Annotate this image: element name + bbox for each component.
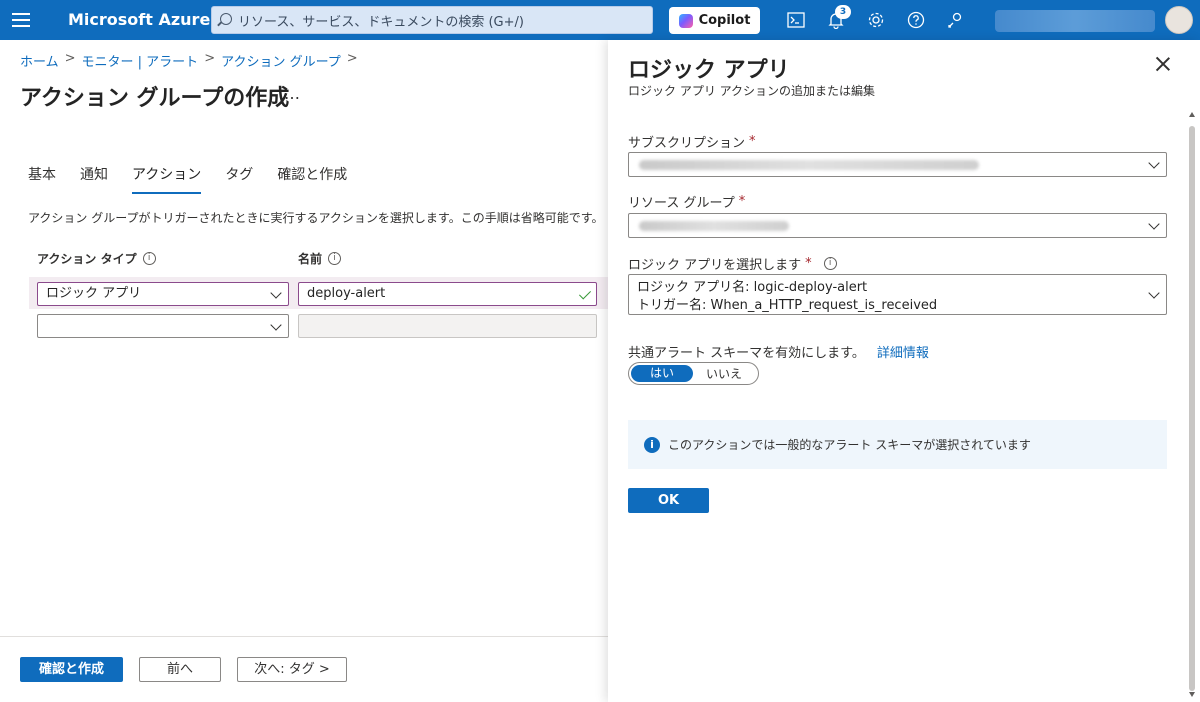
actions-description: アクション グループがトリガーされたときに実行するアクションを選択します。この手… — [28, 211, 604, 225]
info-message-bar: i このアクションでは一般的なアラート スキーマが選択されています — [628, 420, 1167, 469]
panel-subtitle: ロジック アプリ アクションの追加または編集 — [628, 84, 876, 98]
brand-title[interactable]: Microsoft Azure — [68, 10, 210, 29]
breadcrumb: ホーム > モニター | アラート > アクション グループ > — [20, 51, 358, 70]
toggle-no[interactable]: いいえ — [693, 365, 755, 382]
subscription-label: サブスクリプション * — [628, 132, 756, 151]
common-schema-toggle[interactable]: はい いいえ — [628, 362, 759, 385]
menu-icon[interactable] — [12, 11, 30, 29]
resource-group-dropdown[interactable] — [628, 213, 1167, 238]
chevron-down-icon — [1148, 157, 1160, 169]
scroll-thumb[interactable] — [1189, 126, 1195, 691]
review-create-button[interactable]: 確認と作成 — [20, 657, 123, 682]
trigger-name: トリガー名: When_a_HTTP_request_is_received — [637, 298, 938, 313]
close-icon[interactable] — [1155, 56, 1171, 72]
copilot-button[interactable]: Copilot — [669, 7, 760, 34]
info-icon[interactable]: i — [142, 252, 156, 265]
search-placeholder: リソース、サービス、ドキュメントの検索 (G+/) — [238, 14, 524, 30]
column-header-name: 名前 i — [298, 250, 342, 267]
wizard-tabs: 基本 通知 アクション タグ 確認と作成 — [28, 164, 371, 194]
copilot-label: Copilot — [698, 13, 751, 28]
breadcrumb-home[interactable]: ホーム — [20, 51, 59, 70]
action-type-dropdown-empty[interactable] — [37, 314, 289, 338]
toggle-yes[interactable]: はい — [631, 365, 693, 382]
tab-basics[interactable]: 基本 — [28, 164, 56, 194]
tab-actions[interactable]: アクション — [132, 164, 202, 194]
tab-tags[interactable]: タグ — [225, 164, 253, 194]
search-icon — [220, 13, 232, 25]
field-label: リソース グループ — [628, 196, 735, 211]
field-label: 共通アラート スキーマを有効にします。 — [628, 346, 865, 361]
info-message: このアクションでは一般的なアラート スキーマが選択されています — [668, 438, 1031, 452]
gear-icon[interactable] — [866, 10, 886, 30]
next-tags-button[interactable]: 次へ: タグ > — [237, 657, 347, 682]
panel-title: ロジック アプリ — [628, 58, 790, 83]
chevron-down-icon — [1148, 218, 1160, 230]
chevron-right-icon: > — [346, 51, 358, 66]
resource-group-value-redacted — [639, 221, 789, 231]
resource-group-label: リソース グループ * — [628, 192, 745, 211]
notification-badge: 3 — [835, 5, 851, 19]
info-icon[interactable]: i — [328, 252, 342, 265]
more-options-button[interactable]: … — [284, 84, 300, 103]
dropdown-value: ロジック アプリ — [46, 286, 142, 301]
previous-button[interactable]: 前へ — [139, 657, 221, 682]
feedback-icon[interactable] — [946, 10, 966, 30]
info-icon: i — [644, 436, 660, 453]
scroll-up-icon[interactable] — [1189, 112, 1195, 117]
column-label: アクション タイプ — [37, 252, 137, 266]
field-label: サブスクリプション — [628, 136, 746, 151]
cloud-shell-icon[interactable] — [786, 10, 806, 30]
field-label: ロジック アプリを選択します — [628, 258, 802, 273]
logic-app-select-label: ロジック アプリを選択します * i — [628, 254, 837, 273]
required-marker: * — [749, 134, 756, 149]
breadcrumb-monitor-alerts[interactable]: モニター | アラート — [82, 51, 199, 70]
action-name-input[interactable]: deploy-alert — [298, 282, 597, 306]
subscription-dropdown[interactable] — [628, 152, 1167, 177]
checkmark-icon — [578, 287, 592, 300]
help-icon[interactable] — [906, 10, 926, 30]
logic-app-dropdown[interactable]: ロジック アプリ名: logic-deploy-alert トリガー名: Whe… — [628, 274, 1167, 315]
ok-button[interactable]: OK — [628, 488, 709, 513]
footer-divider — [0, 636, 608, 637]
required-marker: * — [738, 194, 746, 209]
search-input[interactable]: リソース、サービス、ドキュメントの検索 (G+/) — [211, 6, 653, 34]
action-type-dropdown[interactable]: ロジック アプリ — [37, 282, 289, 306]
chevron-down-icon — [270, 287, 282, 299]
logic-app-name: ロジック アプリ名: logic-deploy-alert — [637, 280, 868, 295]
scroll-down-icon[interactable] — [1189, 692, 1195, 697]
chevron-down-icon — [270, 319, 282, 331]
common-schema-label: 共通アラート スキーマを有効にします。 詳細情報 — [628, 342, 929, 361]
panel-scrollbar[interactable] — [1188, 112, 1196, 697]
action-name-input-disabled — [298, 314, 597, 338]
chevron-right-icon: > — [64, 51, 76, 66]
required-marker: * — [805, 256, 812, 271]
avatar[interactable] — [1165, 6, 1193, 34]
info-icon[interactable]: i — [823, 257, 837, 270]
breadcrumb-action-groups[interactable]: アクション グループ — [221, 51, 341, 70]
top-bar: Microsoft Azure リソース、サービス、ドキュメントの検索 (G+/… — [0, 0, 1200, 40]
column-header-action-type: アクション タイプ i — [37, 250, 156, 267]
page-title: アクション グループの作成 — [20, 86, 290, 111]
logic-app-panel: ロジック アプリ ロジック アプリ アクションの追加または編集 サブスクリプショ… — [608, 40, 1200, 702]
chevron-right-icon: > — [204, 51, 216, 66]
tab-notifications[interactable]: 通知 — [80, 164, 108, 194]
account-info[interactable] — [995, 10, 1155, 32]
copilot-icon — [678, 13, 693, 28]
tab-review-create[interactable]: 確認と作成 — [277, 164, 347, 194]
subscription-value-redacted — [639, 160, 979, 170]
column-label: 名前 — [298, 252, 323, 266]
learn-more-link[interactable]: 詳細情報 — [877, 342, 929, 361]
input-value: deploy-alert — [307, 286, 386, 301]
